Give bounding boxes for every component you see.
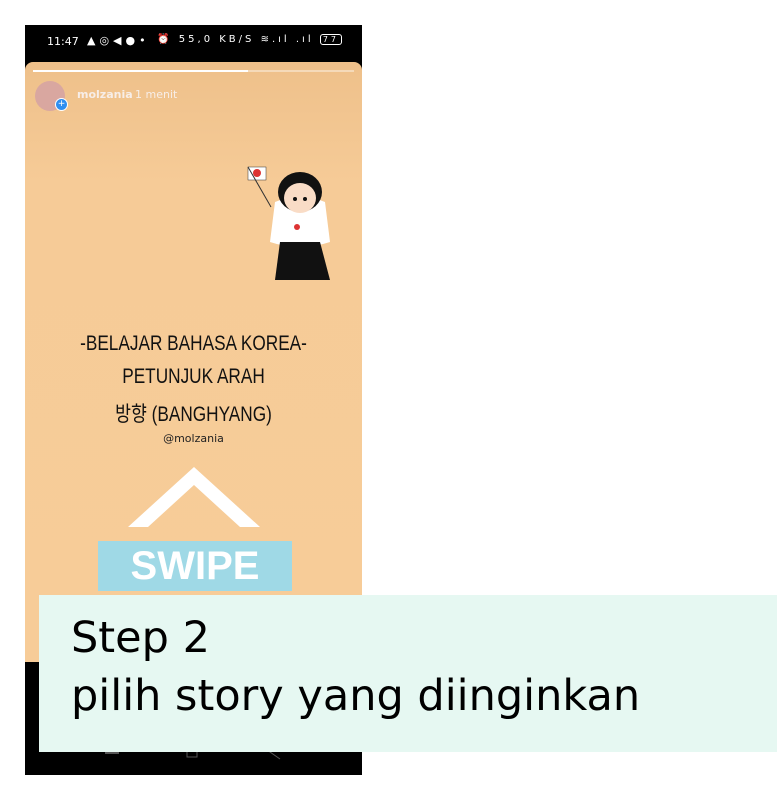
notification-icons: ▲◎◀●•: [87, 34, 150, 47]
story-handle: @molzania: [163, 432, 224, 445]
system-icons: ⏰ 55,0 KB/S ≋.ıl .ıl 77: [157, 34, 342, 45]
chevron-up-icon: [128, 467, 260, 527]
network-speed: 55,0 KB/S: [178, 34, 255, 45]
story-progress-bar: [33, 70, 354, 72]
alarm-icon: ⏰: [157, 34, 173, 45]
battery-icon: 77: [319, 34, 342, 45]
story-time: 1 menit: [135, 88, 178, 101]
status-time: 11:47: [47, 35, 79, 48]
hanbok-girl-illustration: [247, 166, 330, 280]
add-story-icon[interactable]: +: [55, 98, 68, 111]
story-title-line2: PETUNJUK ARAH: [122, 365, 265, 388]
story-title-line3: 방향 (BANGHYANG): [115, 403, 272, 426]
story-username[interactable]: molzania: [77, 88, 133, 101]
story-title-line1: -BELAJAR BAHASA KOREA-: [80, 332, 307, 355]
menu-icon[interactable]: [105, 752, 119, 754]
swipe-up-button[interactable]: SWIPE UP: [98, 541, 292, 638]
wifi-icon: ≋: [260, 34, 272, 45]
signal-icon: .ıl .ıl: [271, 34, 314, 45]
caption-step: Step 2: [71, 613, 210, 663]
story-view[interactable]: + molzania 1 menit -BELAJAR BAHASA KOREA…: [25, 62, 362, 662]
status-bar: 11:47 ▲◎◀●• ⏰ 55,0 KB/S ≋.ıl .ıl 77: [25, 25, 362, 59]
caption-box: Step 2 pilih story yang diinginkan: [39, 595, 777, 752]
caption-instruction: pilih story yang diinginkan: [71, 671, 641, 721]
